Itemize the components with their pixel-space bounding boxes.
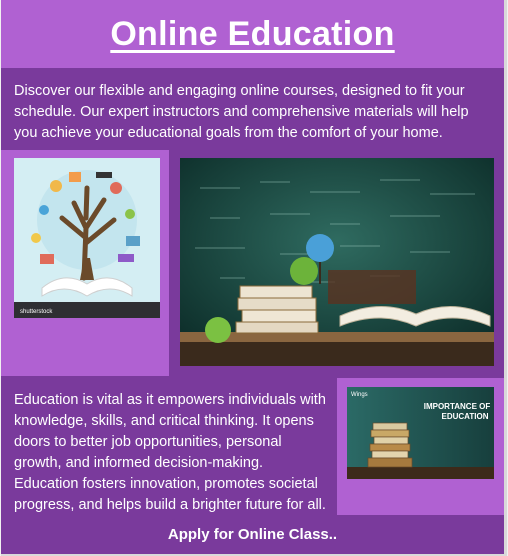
brand-label: Wings <box>351 392 368 398</box>
page-container: Online Education Discover our flexible a… <box>1 0 507 556</box>
education-tree-image: shutterstock <box>14 158 160 318</box>
header-banner: Online Education <box>1 0 504 68</box>
intro-paragraph: Discover our flexible and engaging onlin… <box>14 83 469 141</box>
apply-online-class-link[interactable]: Apply for Online Class.. <box>1 526 504 543</box>
image-credit: shutterstock <box>20 309 53 315</box>
body-paragraph: Education is vital as it empowers indivi… <box>14 392 326 513</box>
image-caption-line1: IMPORTANCE OF <box>424 402 491 411</box>
importance-of-education-image: Wings IMPORTANCE OF EDUCATION <box>347 387 494 479</box>
page-title: Online Education <box>110 14 395 53</box>
chalkboard-image <box>180 158 494 366</box>
image-caption-line2: EDUCATION <box>442 412 489 421</box>
